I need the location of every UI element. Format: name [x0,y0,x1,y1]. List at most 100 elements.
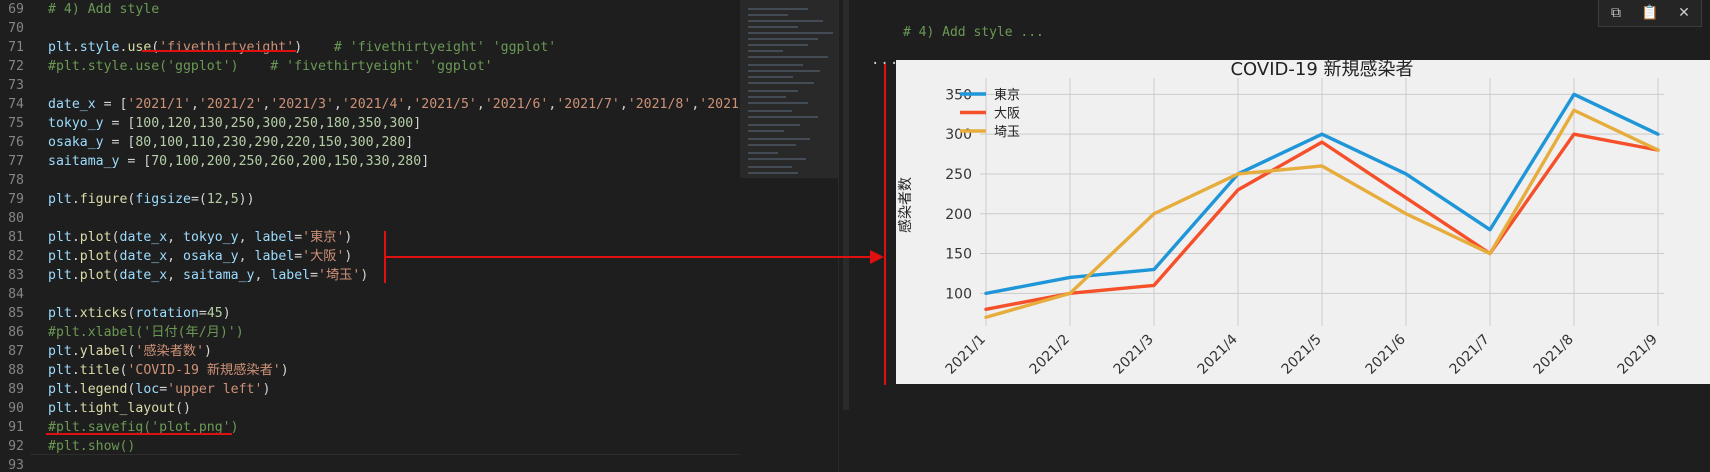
line-number: 73 [8,78,24,93]
code-token: tokyo_y [48,116,104,131]
code-line[interactable]: 88 plt.title('COVID-19 新規感染者') [0,361,740,380]
code-token: date_x [119,268,168,283]
line-number: 92 [8,439,24,454]
code-line[interactable]: 87 plt.ylabel('感染者数') [0,342,740,361]
line-number: 71 [8,40,24,55]
code-token: ) [280,363,289,378]
code-line[interactable]: 75 tokyo_y = [100,120,130,250,300,250,180… [0,114,740,133]
code-token: = [310,268,319,283]
line-number: 72 [8,59,24,74]
y-tick-label: 250 [945,167,972,183]
annotation-arrow-head [870,250,884,264]
paste-icon[interactable]: 📋 [1638,2,1662,24]
chart-title: COVID-19 新規感染者 [1230,60,1413,80]
line-code: saitama_y = [70,100,200,250,260,200,150,… [48,152,429,171]
line-number: 85 [8,306,24,321]
x-tick-label: 2021/1 [943,332,989,378]
code-token: 80,100,110,230,290,220,150,300,280 [135,135,406,150]
x-tick-label: 2021/4 [1195,331,1241,377]
code-line[interactable]: 72 #plt.style.use('ggplot') # 'fivethirty… [0,57,740,76]
code-token: . [71,344,80,359]
code-line[interactable]: 79 plt.figure(figsize=(12,5)) [0,190,740,209]
line-number: 87 [8,344,24,359]
code-token: ] [405,135,414,150]
code-token: xticks [79,306,128,321]
copy-icon[interactable]: ⧉ [1604,2,1628,24]
line-code: plt.xticks(rotation=45) [48,304,231,323]
code-line[interactable]: 89 plt.legend(loc='upper left') [0,380,740,399]
code-token: 'COVID-19 新規感染者' [127,363,281,378]
code-line[interactable]: 76 osaka_y = [80,100,110,230,290,220,150,… [0,133,740,152]
minimap-line [748,110,792,112]
code-token: '2021/8' [627,97,692,112]
line-number: 88 [8,363,24,378]
line-number: 81 [8,230,24,245]
code-token: ) [360,268,369,283]
line-code: #plt.style.use('ggplot') # 'fivethirtyei… [48,57,493,76]
code-token: '2021/3' [270,97,334,112]
code-line[interactable]: 93 [0,456,740,472]
minimap-line [748,14,788,16]
code-line[interactable]: 84 [0,285,740,304]
code-token: = [159,382,168,397]
line-number: 84 [8,287,24,302]
code-token: plot [79,268,112,283]
code-token: plt [48,306,72,321]
code-line[interactable]: 70 [0,19,740,38]
code-token: . [71,268,80,283]
code-token: '2021/5' [413,97,477,112]
code-token: ] [421,154,430,169]
minimap-line [748,172,798,174]
line-number: 76 [8,135,24,150]
code-editor[interactable]: 69 # 4) Add style 70 71 plt.style.use('fivet… [0,0,740,472]
scrollbar-thumb[interactable] [843,0,849,410]
legend-label: 埼玉 [994,125,1020,140]
code-line[interactable]: 83 plt.plot(date_x, saitama_y, label='埼玉'… [0,266,740,285]
code-line[interactable]: 86 #plt.xlabel('日付(年/月)') [0,323,740,342]
code-line[interactable]: 90 plt.tight_layout() [0,399,740,418]
minimap-line [748,124,800,126]
code-line[interactable]: 74 date_x = ['2021/1','2021/2','2021/3','… [0,95,740,114]
cell-input-preview[interactable]: # 4) Add style ... [903,25,1044,40]
code-token: 100,120,130,250,300,250,180,350,300 [135,116,414,131]
code-line[interactable]: 85 plt.xticks(rotation=45) [0,304,740,323]
legend-label: 東京 [994,87,1020,103]
code-line[interactable]: 69 # 4) Add style [0,0,740,19]
code-token: date_x [48,97,96,112]
close-icon[interactable]: ✕ [1672,2,1696,24]
line-code: plt.plot(date_x, saitama_y, label='埼玉') [48,266,368,285]
minimap-line [748,166,792,168]
code-token: ( [111,249,120,264]
line-code: plt.plot(date_x, tokyo_y, label='東京') [48,228,352,247]
code-line[interactable]: 73 [0,76,740,95]
editor-scrollbar[interactable] [838,0,854,472]
code-token: plt [48,40,72,55]
annotation-underline-savefig [46,433,232,435]
minimap-line [748,20,823,22]
code-token: . [71,382,80,397]
chart-output-image: 100 150 200 250 300 350 2021/1 2021/2 2021/3 2021… [896,60,1710,384]
code-token: use [127,40,152,55]
code-line[interactable]: 71 plt.style.use('fivethirtyeight') # 'fi… [0,38,740,57]
code-line[interactable]: 77 saitama_y = [70,100,200,250,260,200,15… [0,152,740,171]
code-token: plt [48,192,72,207]
code-token: =( [190,192,207,207]
minimap[interactable] [740,0,838,472]
code-line[interactable]: 81 plt.plot(date_x, tokyo_y, label='東京') [0,228,740,247]
code-line[interactable]: 78 [0,171,740,190]
code-line[interactable]: 80 [0,209,740,228]
code-token: '2021/6' [484,97,549,112]
code-token: , [222,192,231,207]
code-token: , [333,97,342,112]
minimap-line [748,116,818,118]
code-line[interactable]: 92 #plt.show() [0,437,740,456]
x-tick-label: 2021/8 [1531,332,1577,378]
code-token: . [71,249,80,264]
code-token: figure [79,192,128,207]
line-number: 74 [8,97,24,112]
code-token: . [71,363,80,378]
y-tick-label: 150 [945,247,972,263]
annotation-chart-bracket [884,64,886,385]
code-token: saitama_y [183,268,255,283]
code-token: ) [344,230,353,245]
